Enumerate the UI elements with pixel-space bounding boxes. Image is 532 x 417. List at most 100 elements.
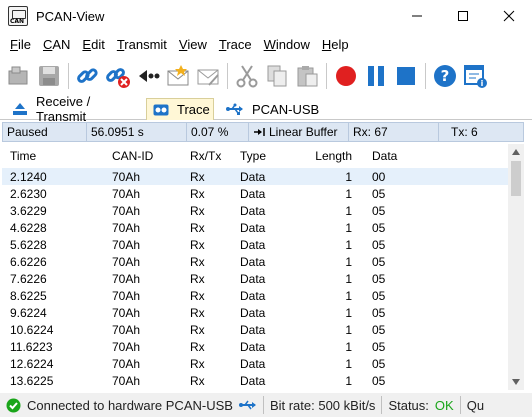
- tab-trace[interactable]: Trace: [146, 98, 214, 120]
- receive-transmit-icon: [12, 102, 28, 116]
- chevron-up-icon: [512, 149, 520, 155]
- scrollbar-thumb[interactable]: [511, 161, 521, 196]
- edit-message-button[interactable]: [193, 61, 223, 91]
- toolbar-separator: [227, 63, 228, 89]
- new-message-button[interactable]: [163, 61, 193, 91]
- pcan-app-icon: [8, 6, 28, 26]
- window-title: PCAN-View: [36, 8, 105, 24]
- table-row[interactable]: 6.6226 70Ah Rx Data 1 05: [2, 253, 508, 270]
- connection-status: Connected to hardware PCAN-USB: [6, 393, 257, 417]
- cut-button[interactable]: [232, 61, 262, 91]
- scroll-up-button[interactable]: [508, 144, 524, 160]
- copy-button[interactable]: [262, 61, 292, 91]
- buffer-mode-cell[interactable]: Linear Buffer: [249, 123, 349, 141]
- trace-state: Paused: [3, 123, 87, 141]
- bus-status: Status: OK: [388, 393, 453, 417]
- menu-help[interactable]: Help: [316, 34, 355, 56]
- bus-status-label: Status:: [388, 397, 429, 413]
- toolbar-separator: [326, 63, 327, 89]
- menu-bar: File CAN Edit Transmit View Trace Window…: [0, 34, 532, 56]
- vertical-scrollbar[interactable]: [508, 144, 524, 390]
- buffer-usage: 0.07 %: [187, 123, 249, 141]
- menu-edit[interactable]: Edit: [76, 34, 110, 56]
- svg-text:?: ?: [441, 67, 450, 85]
- reset-button[interactable]: [133, 61, 163, 91]
- svg-text:i: i: [481, 79, 484, 88]
- connect-link-icon: [77, 68, 98, 83]
- maximize-button[interactable]: [440, 0, 486, 32]
- minimize-button[interactable]: [394, 0, 440, 32]
- table-row[interactable]: 9.6224 70Ah Rx Data 1 05: [2, 304, 508, 321]
- paste-icon: [297, 66, 318, 87]
- queue-status: Qu: [466, 397, 485, 413]
- grid-header: Time CAN-ID Rx/Tx Type Length Data: [2, 144, 508, 168]
- connect-button[interactable]: [4, 61, 34, 91]
- menu-window[interactable]: Window: [258, 34, 316, 56]
- status-separator: [262, 396, 264, 414]
- table-row[interactable]: 2.6230 70Ah Rx Data 1 05: [2, 185, 508, 202]
- menu-view[interactable]: View: [173, 34, 213, 56]
- column-header-length[interactable]: Length: [314, 149, 362, 163]
- menu-file[interactable]: File: [4, 34, 37, 56]
- settings-window-icon: i: [464, 65, 487, 88]
- table-row[interactable]: 13.6225 70Ah Rx Data 1 05: [2, 372, 508, 389]
- close-icon: [503, 10, 515, 22]
- column-header-rx-tx[interactable]: Rx/Tx: [184, 149, 234, 163]
- disconnect-link-icon: [106, 68, 130, 88]
- usb-icon: [238, 400, 256, 410]
- tab-pcan-usb[interactable]: PCAN-USB: [220, 98, 320, 120]
- minimize-icon: [412, 15, 422, 17]
- save-button[interactable]: [34, 61, 64, 91]
- maximize-icon: [458, 11, 468, 21]
- tab-receive-transmit[interactable]: Receive / Transmit: [6, 94, 142, 124]
- status-bar: Connected to hardware PCAN-USB Bit rate:…: [0, 393, 532, 417]
- buffer-end-icon: [254, 128, 265, 136]
- stop-button[interactable]: [391, 61, 421, 91]
- table-row[interactable]: 11.6223 70Ah Rx Data 1 05: [2, 338, 508, 355]
- menu-transmit[interactable]: Transmit: [111, 34, 173, 56]
- chevron-down-icon: [512, 379, 520, 385]
- table-row[interactable]: 10.6224 70Ah Rx Data 1 05: [2, 321, 508, 338]
- close-button[interactable]: [486, 0, 532, 32]
- save-icon: [39, 66, 59, 86]
- help-icon: ?: [434, 65, 456, 87]
- pause-button[interactable]: [361, 61, 391, 91]
- connect-link-button[interactable]: [73, 61, 103, 91]
- bus-status-value: OK: [434, 397, 454, 413]
- help-button[interactable]: ?: [430, 61, 460, 91]
- tab-trace-label: Trace: [177, 102, 210, 117]
- table-row[interactable]: 8.6225 70Ah Rx Data 1 05: [2, 287, 508, 304]
- table-row[interactable]: 4.6228 70Ah Rx Data 1 05: [2, 219, 508, 236]
- paste-button[interactable]: [292, 61, 322, 91]
- column-header-time[interactable]: Time: [2, 149, 104, 163]
- menu-trace[interactable]: Trace: [213, 34, 258, 56]
- table-row[interactable]: 2.1240 70Ah Rx Data 1 00: [2, 168, 508, 185]
- column-header-type[interactable]: Type: [234, 149, 314, 163]
- column-header-can-id[interactable]: CAN-ID: [104, 149, 184, 163]
- connected-check-icon: [6, 398, 21, 412]
- table-row[interactable]: 3.6229 70Ah Rx Data 1 05: [2, 202, 508, 219]
- edit-message-icon: [197, 69, 219, 86]
- settings-window-button[interactable]: i: [460, 61, 490, 91]
- connect-icon: [8, 66, 28, 85]
- trace-grid[interactable]: Time CAN-ID Rx/Tx Type Length Data 2.124…: [2, 144, 508, 390]
- pause-icon: [368, 66, 384, 86]
- trace-duration: 56.0951 s: [87, 123, 187, 141]
- scroll-down-button[interactable]: [508, 374, 524, 390]
- title-bar: PCAN-View: [0, 0, 532, 32]
- tab-receive-transmit-label: Receive / Transmit: [36, 94, 91, 124]
- copy-icon: [267, 65, 287, 87]
- cut-icon: [236, 65, 258, 88]
- column-header-data[interactable]: Data: [362, 149, 482, 163]
- record-icon: [336, 66, 356, 86]
- disconnect-link-button[interactable]: [103, 61, 133, 91]
- trace-icon: [153, 104, 169, 116]
- record-button[interactable]: [331, 61, 361, 91]
- table-row[interactable]: 7.6226 70Ah Rx Data 1 05: [2, 270, 508, 287]
- toolbar-separator: [425, 63, 426, 89]
- tx-count: Tx: 6: [451, 125, 478, 139]
- table-row[interactable]: 5.6228 70Ah Rx Data 1 05: [2, 236, 508, 253]
- table-row[interactable]: 12.6224 70Ah Rx Data 1 05: [2, 355, 508, 372]
- window-controls: [394, 0, 532, 32]
- menu-can[interactable]: CAN: [37, 34, 76, 56]
